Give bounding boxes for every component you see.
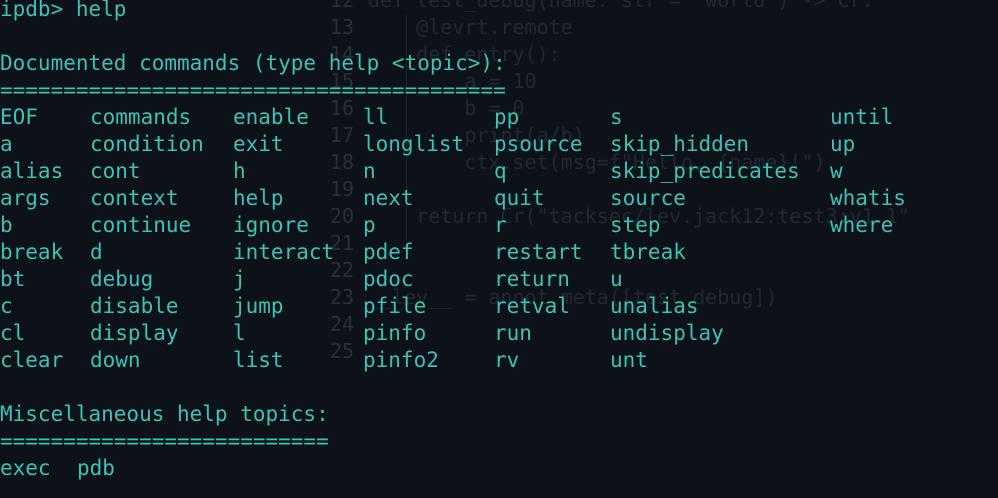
command-entry: run [494, 321, 532, 345]
command-entry: context [90, 186, 179, 210]
command-entry: condition [90, 132, 204, 156]
command-entry: commands [90, 105, 192, 129]
command-entry: cont [90, 159, 141, 183]
command-entry: exit [233, 132, 284, 156]
documented-commands-rule: ======================================== [0, 78, 506, 102]
command-entry: l [233, 321, 246, 345]
command-entry: up [830, 132, 856, 156]
command-entry: ll [363, 105, 389, 129]
command-entry: enable [233, 105, 309, 129]
command-entry: ignore [233, 213, 309, 237]
command-entry: restart [494, 240, 583, 264]
misc-topic: exec [0, 456, 51, 480]
command-entry: r [494, 213, 507, 237]
command-entry: alias [0, 159, 64, 183]
command-entry: pfile [363, 294, 427, 318]
command-entry: c [0, 294, 13, 318]
command-entry: help [233, 186, 284, 210]
editor-line-number: 23 [329, 285, 354, 309]
command-entry: b [0, 213, 13, 237]
command-entry: debug [90, 267, 154, 291]
command-entry: EOF [0, 105, 38, 129]
command-entry: break [0, 240, 64, 264]
editor-line-number: 18 [329, 150, 354, 174]
command-entry: undisplay [610, 321, 724, 345]
command-entry: retval [494, 294, 570, 318]
command-entry: p [363, 213, 376, 237]
command-entry: interact [233, 240, 335, 264]
command-entry: quit [494, 186, 545, 210]
command-entry: disable [90, 294, 179, 318]
command-entry: tbreak [610, 240, 686, 264]
command-entry: until [830, 105, 894, 129]
command-entry: clear [0, 348, 64, 372]
command-entry: next [363, 186, 414, 210]
command-entry: display [90, 321, 179, 345]
command-entry: skip_predicates [610, 159, 800, 183]
command-entry: a [0, 132, 13, 156]
command-entry: h [233, 159, 246, 183]
command-entry: list [233, 348, 284, 372]
command-entry: pdef [363, 240, 414, 264]
terminal-window[interactable]: 12 def test_debug(name: str = "world") ->… [0, 0, 998, 498]
command-entry: w [830, 159, 843, 183]
editor-line-number: 24 [329, 312, 354, 336]
command-entry: pinfo2 [363, 348, 439, 372]
command-entry: jump [233, 294, 284, 318]
prompt-line: ipdb> help [0, 0, 127, 21]
editor-line-number: 20 [329, 204, 354, 228]
command-entry: pdoc [363, 267, 414, 291]
command-entry: skip_hidden [610, 132, 750, 156]
editor-line-number: 13 [329, 15, 354, 39]
command-entry: continue [90, 213, 192, 237]
command-entry: unalias [610, 294, 699, 318]
command-entry: whatis [830, 186, 906, 210]
misc-topic: pdb [77, 456, 115, 480]
command-entry: n [363, 159, 376, 183]
misc-topics-title: Miscellaneous help topics: [0, 402, 329, 426]
editor-code-line: __lev__ = annot.meta([test_debug]) [368, 285, 778, 309]
editor-code-line: def test_debug(name: str = "world") -> C… [368, 0, 874, 12]
command-entry: cl [0, 321, 26, 345]
editor-line-number: 25 [329, 339, 354, 363]
command-entry: step [610, 213, 661, 237]
editor-code-line: @levrt.remote [368, 15, 573, 39]
command-entry: rv [494, 348, 520, 372]
command-entry: psource [494, 132, 583, 156]
command-entry: args [0, 186, 51, 210]
command-entry: j [233, 267, 246, 291]
command-entry: s [610, 105, 623, 129]
command-entry: down [90, 348, 141, 372]
documented-commands-title: Documented commands (type help <topic>): [0, 51, 506, 75]
command-entry: return [494, 267, 570, 291]
editor-line-number: 19 [329, 177, 354, 201]
editor-line-number: 12 [329, 0, 354, 12]
command-entry: q [494, 159, 507, 183]
command-entry: where [830, 213, 894, 237]
command-entry: u [610, 267, 623, 291]
command-entry: pinfo [363, 321, 427, 345]
command-entry: unt [610, 348, 648, 372]
command-entry: pp [494, 105, 520, 129]
misc-topics-rule: ========================== [0, 429, 329, 453]
editor-line-number: 17 [329, 123, 354, 147]
command-entry: longlist [363, 132, 465, 156]
command-entry: source [610, 186, 686, 210]
command-entry: bt [0, 267, 26, 291]
command-entry: d [90, 240, 103, 264]
